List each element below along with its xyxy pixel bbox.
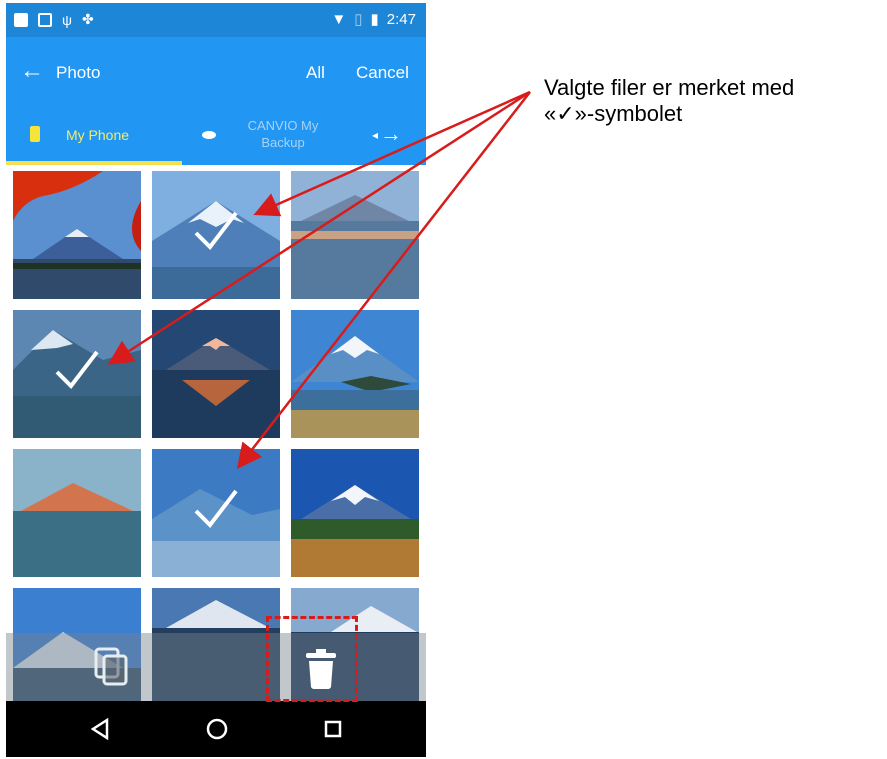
arrow-to-photo-3	[236, 91, 531, 469]
callout-line-2: «✓»-symbolet	[544, 101, 683, 126]
arrow-to-photo-2	[107, 90, 531, 365]
arrow-to-photo-1	[253, 90, 531, 217]
callout-line-1: Valgte filer er merket med	[544, 75, 795, 100]
annotation-callout: Valgte filer er merket med «✓»-symbolet	[544, 75, 884, 127]
